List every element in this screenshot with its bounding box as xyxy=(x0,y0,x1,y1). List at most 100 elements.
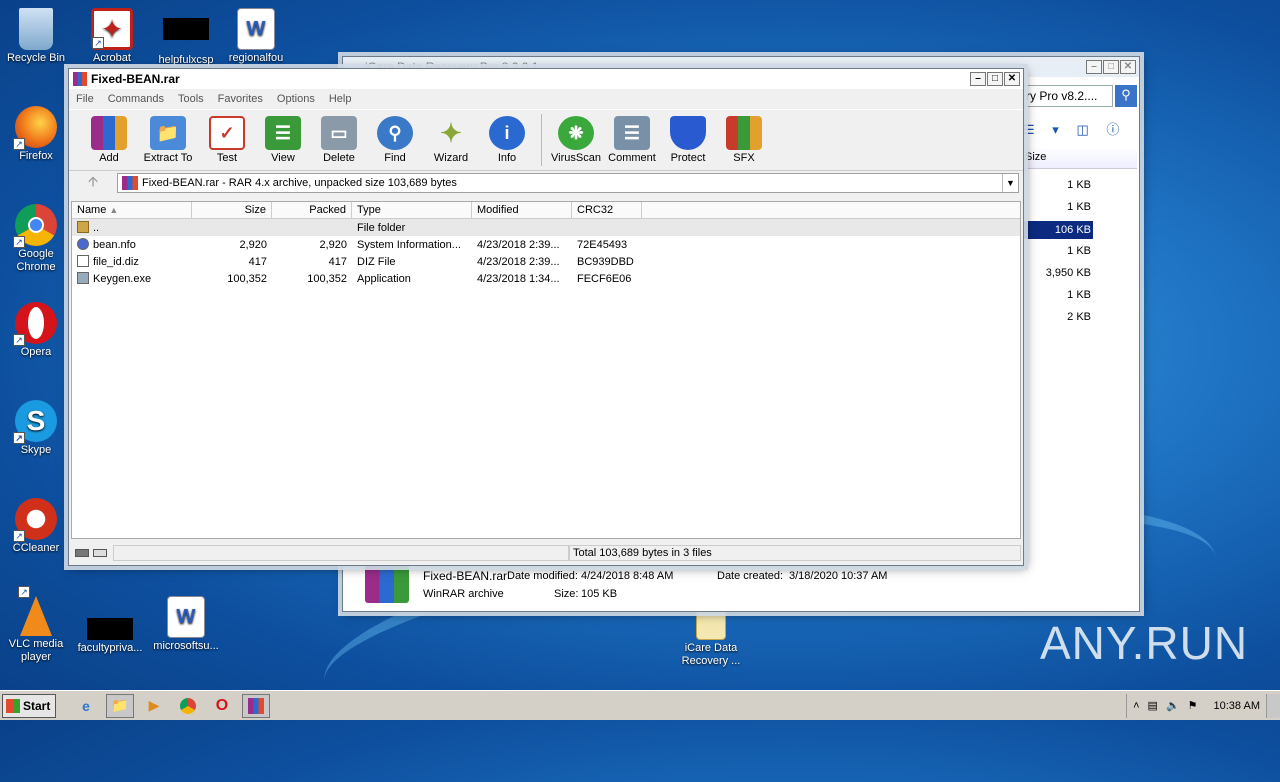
winrar-titlebar[interactable]: Fixed-BEAN.rar – □ ✕ xyxy=(69,69,1023,89)
winrar-app-icon xyxy=(73,72,87,86)
column-crc32[interactable]: CRC32 xyxy=(572,202,642,218)
cell-type: File folder xyxy=(357,221,406,234)
find-label: Find xyxy=(384,152,406,164)
desktop-icon-label: Firefox xyxy=(19,150,53,162)
delete-label: Delete xyxy=(323,152,355,164)
desktop-icon-label: facultypriva... xyxy=(77,642,143,654)
column-size[interactable]: Size xyxy=(192,202,272,218)
anyrun-watermark: ANY.RUN xyxy=(1040,617,1249,669)
winrar-toolbar: Add 📁 Extract To ✓ Test ☰ View ▭ Delete ⚲ Fin… xyxy=(69,109,1023,171)
wizard-label: Wizard xyxy=(433,152,469,164)
taskbar-chrome-button[interactable] xyxy=(174,694,202,718)
taskbar-explorer-button[interactable]: 📁 xyxy=(106,693,134,718)
table-row[interactable]: file_id.diz 417 417 DIZ File 4/23/2018 2… xyxy=(72,253,1020,270)
folder-icon: 📁 xyxy=(111,697,129,713)
desktop-icon-label: regionalfou xyxy=(228,52,284,64)
desktop-icon-label: iCare Data Recovery ... xyxy=(681,642,741,667)
column-type[interactable]: Type xyxy=(352,202,472,218)
network-icon[interactable]: ▤ xyxy=(1148,699,1158,712)
file-list-header: Name ▲ Size Packed Type Modified CRC32 xyxy=(72,202,1020,219)
menu-help[interactable]: Help xyxy=(329,93,352,105)
desktop-icon-regionalfou[interactable]: W regionalfou xyxy=(220,8,292,65)
icare-icon xyxy=(696,610,726,640)
file-list[interactable]: Name ▲ Size Packed Type Modified CRC32 .… xyxy=(71,201,1021,539)
protect-button[interactable]: Protect xyxy=(660,110,716,164)
chevron-down-icon[interactable]: ▾ xyxy=(1052,122,1059,137)
virusscan-button[interactable]: ❋ VirusScan xyxy=(548,110,604,164)
maximize-button[interactable]: □ xyxy=(987,72,1003,86)
winrar-address-bar[interactable]: Fixed-BEAN.rar - RAR 4.x archive, unpack… xyxy=(117,173,1019,193)
taskbar-media-player-button[interactable]: ▶ xyxy=(140,694,168,718)
desktop-icon-vlc[interactable]: ↗ VLC media player xyxy=(0,586,72,664)
desktop-icon-acrobat[interactable]: ✦ ↗ Acrobat xyxy=(76,8,148,65)
sfx-button[interactable]: SFX xyxy=(716,110,772,164)
status-total: Total 103,689 bytes in 3 files xyxy=(569,545,1021,561)
extract-to-button[interactable]: 📁 Extract To xyxy=(137,110,199,164)
delete-button[interactable]: ▭ Delete xyxy=(311,110,367,164)
taskbar-ie-button[interactable]: e xyxy=(72,694,100,718)
explorer-address-bar[interactable]: ry Pro v8.2.... xyxy=(1023,85,1113,107)
maximize-button[interactable]: □ xyxy=(1103,60,1119,74)
action-center-flag-icon[interactable]: ⚑ xyxy=(1188,699,1198,712)
word-doc-icon: W xyxy=(237,8,275,50)
view-list-icon[interactable]: ☰ xyxy=(1023,122,1035,137)
table-row[interactable]: .. File folder xyxy=(72,219,1020,236)
desktop-icon-skype[interactable]: S ↗ Skype xyxy=(0,400,72,457)
column-modified[interactable]: Modified xyxy=(472,202,572,218)
column-filler xyxy=(642,202,1020,218)
add-button[interactable]: Add xyxy=(81,110,137,164)
show-desktop-button[interactable] xyxy=(1266,693,1280,718)
menu-file[interactable]: File xyxy=(76,93,94,105)
clock[interactable]: 10:38 AM xyxy=(1214,700,1260,712)
taskbar-winrar-button[interactable] xyxy=(242,693,270,718)
explorer-view-tools[interactable]: ☰ ▾ ◫ ⓘ xyxy=(1023,119,1133,139)
column-packed[interactable]: Packed xyxy=(272,202,352,218)
drive-icon[interactable] xyxy=(75,549,89,557)
chevron-down-icon[interactable]: ▼ xyxy=(1002,174,1018,192)
status-selection xyxy=(113,545,569,561)
tray-expand-icon[interactable]: ˄ xyxy=(1133,700,1139,712)
menu-options[interactable]: Options xyxy=(277,93,315,105)
rar-archive-icon xyxy=(122,176,138,190)
menu-commands[interactable]: Commands xyxy=(108,93,164,105)
explorer-size-header[interactable]: Size xyxy=(1023,147,1137,169)
info-button[interactable]: i Info xyxy=(479,110,535,164)
menu-tools[interactable]: Tools xyxy=(178,93,204,105)
close-button[interactable]: ✕ xyxy=(1120,60,1136,74)
desktop-icon-icare[interactable]: iCare Data Recovery ... xyxy=(672,610,750,668)
key-icon[interactable] xyxy=(93,549,107,557)
volume-icon[interactable]: 🔈 xyxy=(1166,699,1180,712)
find-button[interactable]: ⚲ Find xyxy=(367,110,423,164)
preview-pane-icon[interactable]: ◫ xyxy=(1076,122,1088,137)
desktop-icon-recycle-bin[interactable]: Recycle Bin xyxy=(0,8,72,65)
opera-icon: O xyxy=(215,696,229,714)
ccleaner-icon: ↗ xyxy=(13,498,57,542)
minimize-button[interactable]: – xyxy=(970,72,986,86)
start-button[interactable]: Start xyxy=(2,693,56,718)
wizard-button[interactable]: ✦ Wizard xyxy=(423,110,479,165)
column-name[interactable]: Name ▲ xyxy=(72,202,192,218)
table-row[interactable]: bean.nfo 2,920 2,920 System Information.… xyxy=(72,236,1020,253)
search-icon[interactable]: ⚲ xyxy=(1115,85,1137,107)
desktop-icon-opera[interactable]: ↗ Opera xyxy=(0,302,72,359)
minimize-button[interactable]: – xyxy=(1086,60,1102,74)
desktop-icon-helpfulxcsp[interactable]: helpfulxcsp xyxy=(150,8,222,67)
menu-favorites[interactable]: Favorites xyxy=(218,93,263,105)
desktop-icon-chrome[interactable]: ↗ Google Chrome xyxy=(0,204,72,274)
help-icon[interactable]: ⓘ xyxy=(1106,122,1119,137)
desktop-icon-firefox[interactable]: ↗ Firefox xyxy=(0,106,72,163)
comment-button[interactable]: ☰ Comment xyxy=(604,110,660,164)
up-arrow-icon[interactable]: 🡩 xyxy=(73,171,113,195)
close-button[interactable]: ✕ xyxy=(1004,72,1020,86)
taskbar-opera-button[interactable]: O xyxy=(208,694,236,718)
view-button[interactable]: ☰ View xyxy=(255,110,311,164)
explorer-size-cell-selected[interactable]: 106 KB xyxy=(1013,221,1093,239)
desktop-icon-facultypriva[interactable]: facultypriva... xyxy=(74,596,146,655)
desktop-icon-ccleaner[interactable]: ↗ CCleaner xyxy=(0,498,72,555)
cell-name: bean.nfo xyxy=(72,238,192,251)
test-button[interactable]: ✓ Test xyxy=(199,110,255,164)
desktop-icon-microsoftsu[interactable]: W microsoftsu... xyxy=(150,596,222,653)
sort-up-icon: ▲ xyxy=(109,205,119,215)
winrar-window[interactable]: Fixed-BEAN.rar – □ ✕ File Commands Tools… xyxy=(68,68,1024,566)
table-row[interactable]: Keygen.exe 100,352 100,352 Application 4… xyxy=(72,270,1020,287)
